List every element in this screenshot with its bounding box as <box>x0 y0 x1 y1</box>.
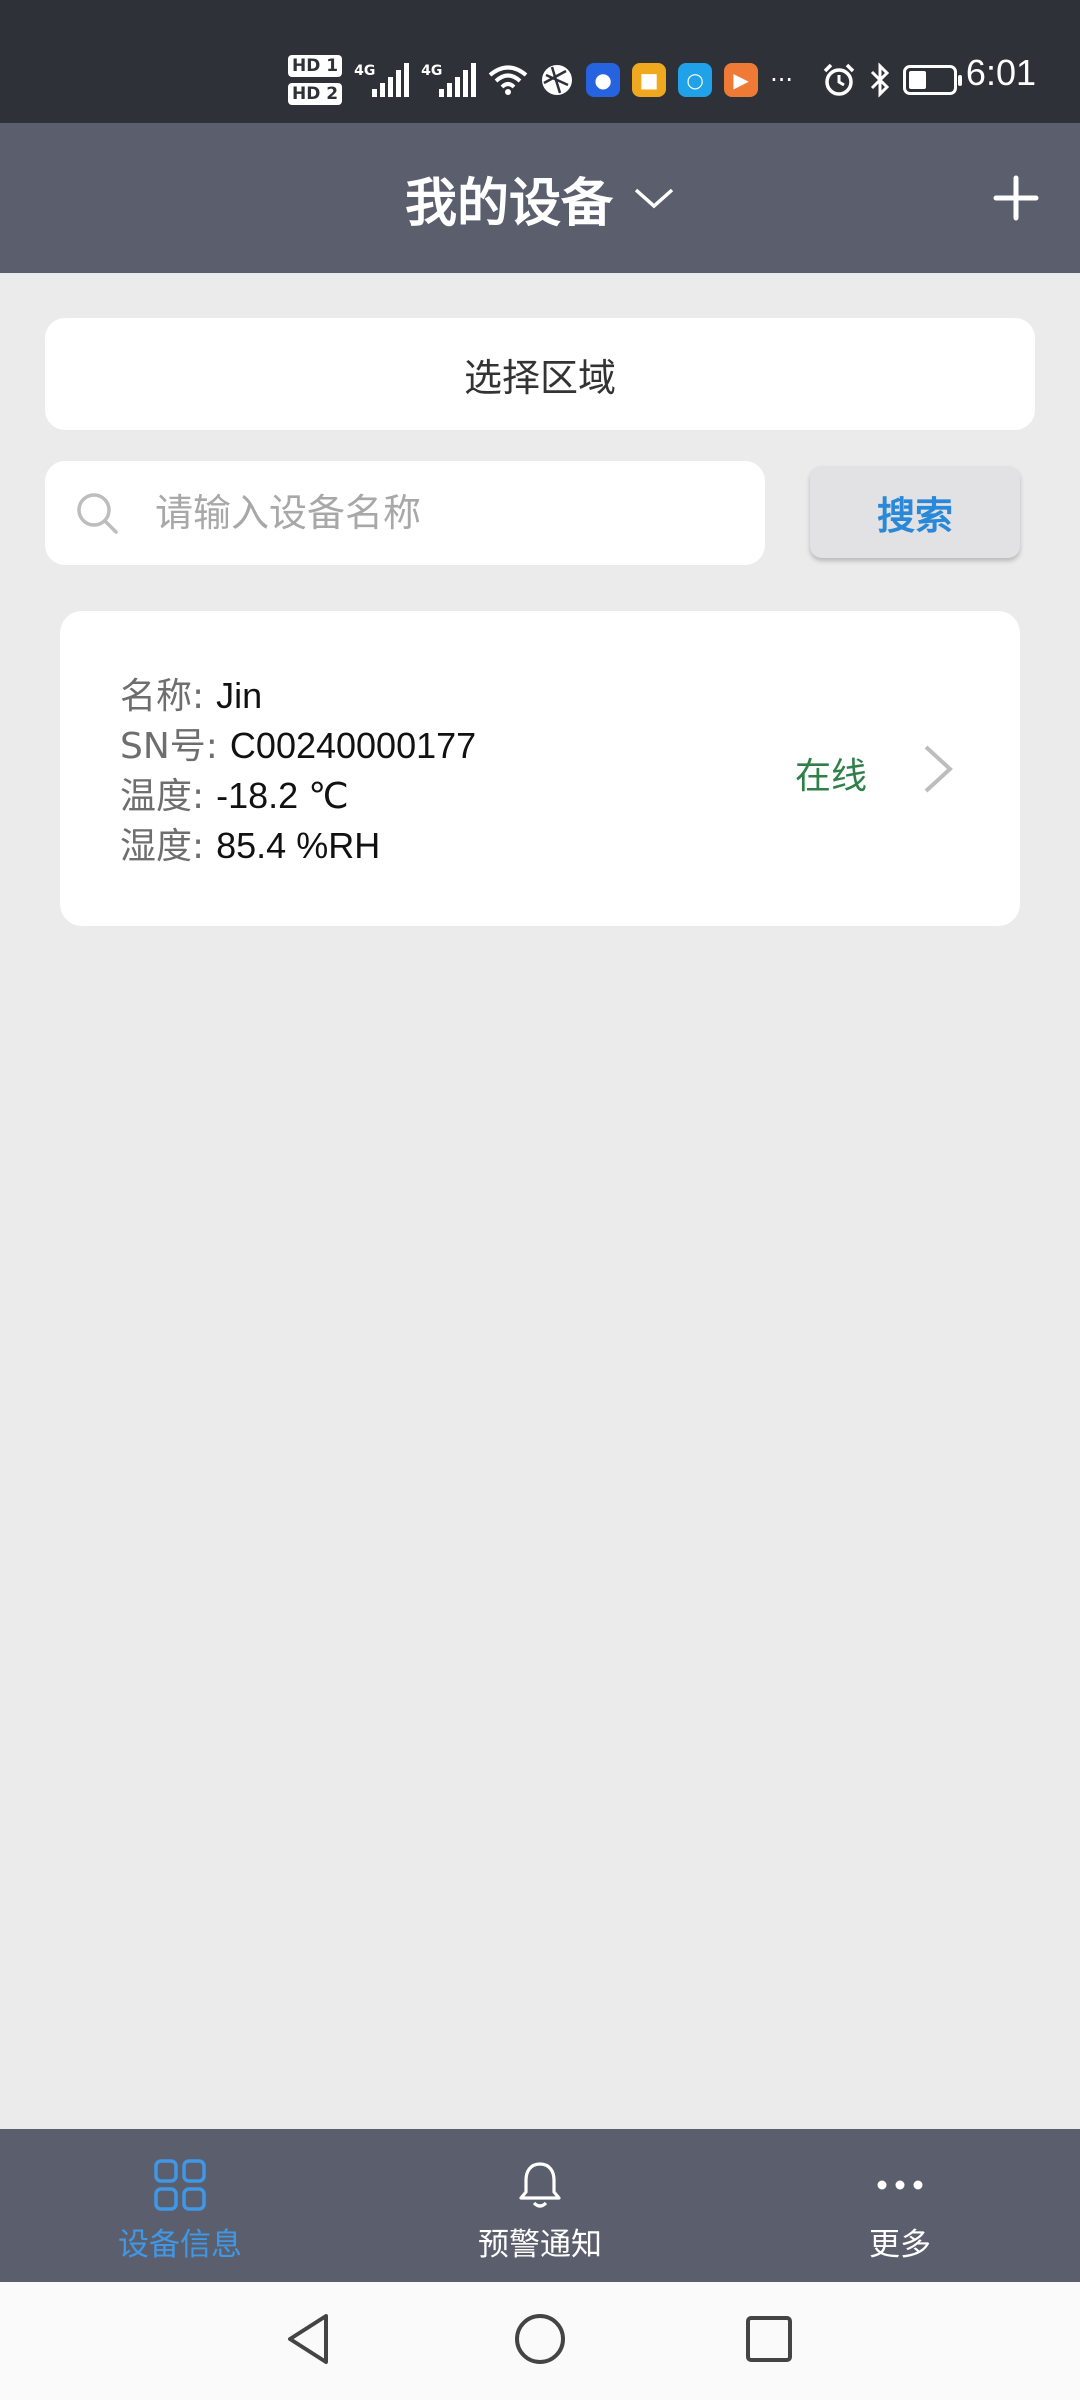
select-region-button[interactable]: 选择区域 <box>45 318 1035 430</box>
device-name-search-input[interactable] <box>153 490 717 536</box>
tab-label: 预警通知 <box>478 2227 602 2263</box>
app-icon: ○ <box>678 63 713 97</box>
more-notifications-icon: ··· <box>770 66 793 94</box>
system-nav-bar <box>0 2282 1080 2400</box>
home-button[interactable] <box>505 2304 575 2374</box>
search-box <box>45 461 765 565</box>
chevron-down-icon <box>634 188 674 209</box>
battery-level <box>908 71 926 89</box>
device-humidity-row: 湿度: 85.4 %RH <box>120 821 476 871</box>
device-name: Jin <box>216 675 263 716</box>
grid-icon <box>152 2157 208 2213</box>
back-icon <box>288 2314 328 2364</box>
tab-label: 设备信息 <box>118 2227 242 2263</box>
tab-more[interactable]: 更多 <box>720 2129 1080 2282</box>
device-card[interactable]: 名称: Jin SN号: C00240000177 温度: -18.2 ℃ 湿度: 85… <box>60 611 1020 926</box>
status-bar: HD 1 HD 2 4G 4G ● ■ ○ ▶ ··· 6:01 <box>0 0 1080 123</box>
tab-label: 更多 <box>869 2227 931 2263</box>
sn-label: SN号: <box>120 726 218 767</box>
recents-button[interactable] <box>734 2304 804 2374</box>
device-temperature: -18.2 ℃ <box>216 775 349 816</box>
app-icon: ▶ <box>724 63 759 97</box>
search-button[interactable]: 搜索 <box>810 466 1020 558</box>
battery-icon <box>902 65 962 95</box>
temperature-label: 温度: <box>120 776 205 817</box>
app-header: 我的设备 <box>0 123 1080 273</box>
device-sn: C00240000177 <box>229 725 477 766</box>
plus-icon <box>993 175 1039 221</box>
device-info: 名称: Jin SN号: C00240000177 温度: -18.2 ℃ 湿度: 85… <box>120 671 476 871</box>
name-label: 名称: <box>120 676 205 717</box>
signal-icon: 4G <box>421 63 477 97</box>
hd1-badge: HD 1 <box>288 55 343 77</box>
app-icon: ■ <box>632 63 667 97</box>
network-type-label: 4G <box>354 63 376 79</box>
chevron-right-icon[interactable] <box>918 741 958 797</box>
back-button[interactable] <box>273 2304 343 2374</box>
device-sn-row: SN号: C00240000177 <box>120 721 476 771</box>
app-icon <box>542 65 573 95</box>
bottom-tab-bar: 设备信息 预警通知 更多 <box>0 2129 1080 2282</box>
page-title: 我的设备 <box>404 173 613 234</box>
more-icon <box>872 2157 928 2213</box>
device-temperature-row: 温度: -18.2 ℃ <box>120 771 476 821</box>
status-badge: 在线 <box>795 756 868 797</box>
network-type-label: 4G <box>421 63 443 79</box>
device-name-row: 名称: Jin <box>120 671 476 721</box>
status-icons: HD 1 HD 2 4G 4G ● ■ ○ ▶ ··· <box>288 44 962 116</box>
tab-device-info[interactable]: 设备信息 <box>0 2129 360 2282</box>
search-icon <box>77 493 118 534</box>
clock: 6:01 <box>965 52 1036 93</box>
humidity-label: 湿度: <box>120 826 205 867</box>
title-dropdown[interactable]: 我的设备 <box>0 123 1080 273</box>
signal-icon: 4G <box>354 63 410 97</box>
add-device-button[interactable] <box>978 160 1054 236</box>
alarm-icon <box>823 63 855 96</box>
recents-icon <box>746 2316 792 2362</box>
hd2-badge: HD 2 <box>288 83 343 105</box>
app-icon: ● <box>586 63 621 97</box>
bell-icon <box>512 2157 568 2213</box>
wifi-icon <box>488 65 528 95</box>
device-humidity: 85.4 %RH <box>216 825 381 866</box>
home-icon <box>515 2314 565 2364</box>
hd-indicators: HD 1 HD 2 <box>288 55 343 105</box>
tab-alert-notifications[interactable]: 预警通知 <box>360 2129 720 2282</box>
bluetooth-icon <box>870 62 890 98</box>
